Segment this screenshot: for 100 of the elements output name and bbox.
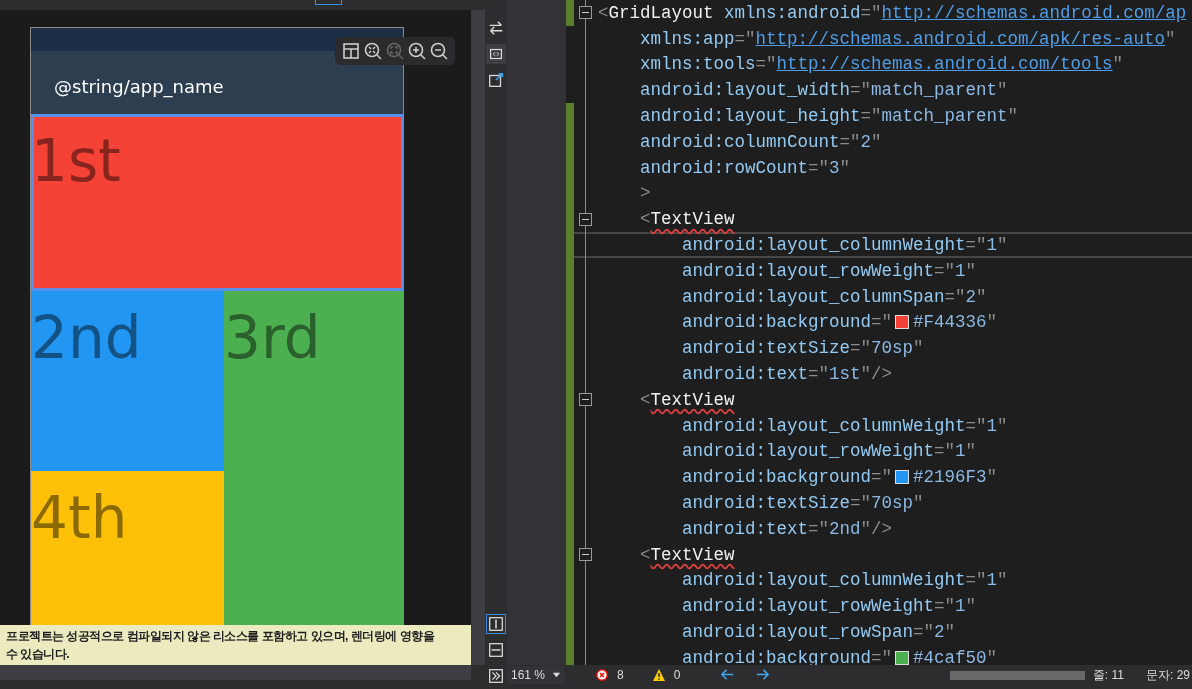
code-value: 70sp [871, 337, 914, 361]
code-value: #F44336 [913, 311, 987, 335]
code-punctuation: " [944, 620, 956, 644]
zoom-out-icon[interactable] [429, 41, 449, 61]
code-punctuation: =" [734, 27, 756, 51]
code-attribute: android:layout_rowWeight [682, 440, 935, 464]
code-attribute: android:layout_columnSpan [682, 285, 945, 309]
code-editor[interactable] [566, 0, 1192, 665]
code-punctuation: "/> [860, 362, 893, 386]
code-punctuation: " [997, 233, 1008, 257]
code-attribute: android:text [682, 362, 809, 386]
code-punctuation: " [871, 130, 882, 154]
code-punctuation: =" [808, 156, 830, 180]
code-attribute: android:layout_columnWeight [682, 569, 966, 593]
horizontal-split-icon[interactable] [486, 640, 506, 660]
text-view[interactable]: 4th [31, 471, 224, 625]
code-tag: TextView [650, 541, 735, 568]
code-punctuation: =" [808, 362, 830, 386]
column-number: 문자: 29 [1146, 668, 1190, 682]
code-punctuation: =" [944, 285, 966, 309]
code-punctuation: =" [850, 337, 872, 361]
code-value: 70sp [871, 491, 914, 515]
code-punctuation: " [986, 466, 998, 490]
code-attribute: android:layout_rowSpan [682, 620, 914, 644]
code-punctuation: < [640, 543, 651, 567]
code-value: 1 [955, 595, 966, 619]
zoom-dropdown[interactable]: 161 % [507, 666, 565, 684]
warning-icon[interactable] [651, 668, 666, 682]
color-swatch[interactable] [895, 650, 910, 665]
tab-indicator [315, 0, 342, 5]
vertical-split-icon[interactable] [486, 614, 506, 634]
code-punctuation: < [598, 1, 609, 25]
code-attribute: android:background [682, 466, 872, 490]
code-punctuation: < [640, 388, 651, 412]
collapse-toggle[interactable] [578, 393, 592, 407]
code-punctuation: > [640, 182, 651, 206]
code-punctuation: " [913, 491, 924, 515]
code-attribute: xmlns:android [723, 1, 861, 25]
code-attribute: xmlns:tools [640, 53, 756, 77]
code-attribute: android:layout_rowWeight [682, 595, 935, 619]
collapse-toggle[interactable] [578, 548, 592, 562]
code-punctuation: =" [965, 414, 987, 438]
color-swatch[interactable] [895, 470, 910, 485]
code-punctuation: =" [808, 517, 830, 541]
code-link[interactable]: http://schemas.android.com/ap [881, 0, 1187, 27]
code-punctuation: " [965, 595, 977, 619]
vertical-scrollbar[interactable] [471, 10, 485, 665]
code-value: 2 [860, 130, 872, 154]
code-value: match_parent [871, 79, 998, 103]
code-tag: TextView [650, 206, 735, 233]
code-punctuation: " [997, 79, 1008, 103]
code-tag: TextView [650, 386, 735, 413]
code-value: 1 [986, 233, 998, 257]
code-punctuation: =" [850, 491, 872, 515]
code-attribute: xmlns:app [640, 27, 735, 51]
code-punctuation: =" [850, 79, 872, 103]
expand-icon[interactable] [486, 666, 506, 686]
code-link[interactable]: http://schemas.android.com/apk/res-auto [755, 25, 1166, 52]
code-link[interactable]: http://schemas.android.com/tools [776, 51, 1113, 78]
forward-arrow-icon[interactable] [755, 668, 771, 682]
collapse-toggle[interactable] [578, 212, 592, 226]
code-tag: GridLayout [608, 0, 714, 27]
code-value: 1 [986, 414, 998, 438]
code-punctuation: " [913, 337, 924, 361]
code-punctuation: =" [871, 311, 893, 335]
code-value: match_parent [881, 104, 1008, 128]
warning-count[interactable]: 0 [673, 668, 681, 682]
code-punctuation: " [997, 569, 1008, 593]
warning-text: 프로젝트는 성공적으로 컴파일되지 않은 리소스를 포함하고 있으며, 렌더링에 영향을 수 있습니다. [6, 628, 436, 663]
zoom-in-icon[interactable] [407, 41, 427, 61]
code-attribute: android:textSize [682, 337, 851, 361]
code-attribute: android:textSize [682, 491, 851, 515]
export-icon[interactable] [486, 70, 506, 90]
code-value: 3 [829, 156, 840, 180]
code-punctuation: =" [934, 259, 956, 283]
code-punctuation: "/> [860, 517, 893, 541]
preview-icon[interactable] [486, 44, 506, 64]
code-attribute: android:layout_rowWeight [682, 259, 935, 283]
code-value: 2 [965, 285, 977, 309]
code-punctuation: " [965, 440, 977, 464]
error-icon[interactable] [595, 668, 609, 682]
code-attribute: android:columnCount [640, 130, 840, 154]
code-punctuation: " [839, 156, 851, 180]
code-punctuation: =" [934, 440, 956, 464]
code-value: #2196F3 [913, 466, 987, 490]
code-attribute: android:layout_width [640, 79, 851, 103]
code-attribute: android:text [682, 517, 809, 541]
code-punctuation: =" [913, 620, 935, 644]
layout-icon[interactable] [341, 41, 361, 61]
code-punctuation: " [965, 259, 977, 283]
color-swatch[interactable] [895, 315, 910, 330]
horizontal-scrollbar[interactable] [0, 665, 471, 680]
collapse-toggle[interactable] [578, 6, 592, 20]
back-arrow-icon[interactable] [720, 668, 736, 682]
code-punctuation: " [1112, 53, 1124, 77]
code-punctuation: " [976, 285, 987, 309]
app-title: @string/app_name [54, 76, 224, 97]
code-value: 1 [955, 259, 966, 283]
error-count[interactable]: 8 [617, 668, 624, 682]
zoom-fit-icon[interactable] [363, 41, 383, 61]
